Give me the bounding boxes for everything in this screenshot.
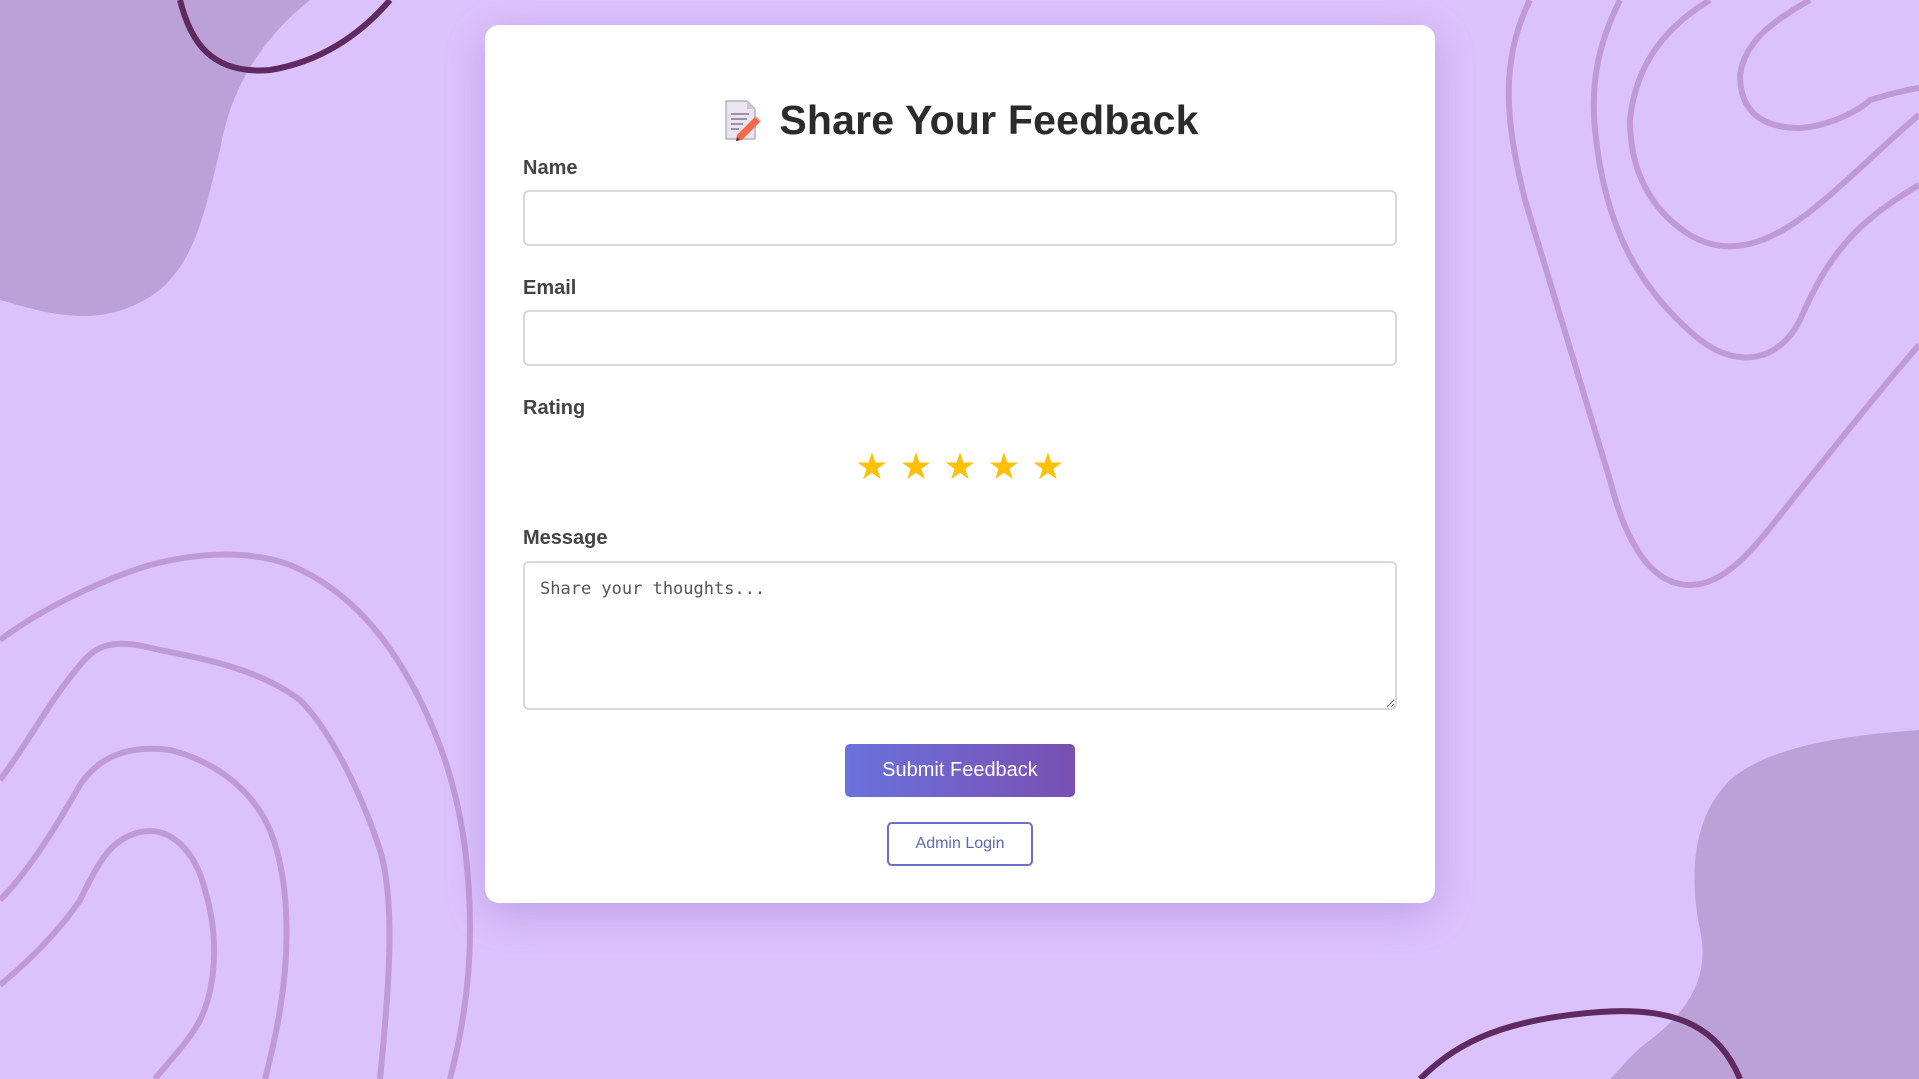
- star-rating: ★ ★ ★ ★ ★: [485, 443, 1435, 491]
- contour-line: [1736, 0, 1919, 132]
- star-icon[interactable]: ★: [898, 443, 934, 491]
- page-title: Share Your Feedback: [779, 96, 1199, 143]
- admin-login-button[interactable]: Admin Login: [887, 822, 1033, 866]
- email-label: Email: [523, 277, 577, 299]
- contour-line: [0, 828, 218, 1079]
- star-icon[interactable]: ★: [942, 443, 978, 491]
- feedback-card: Share Your Feedback Name Email Rating ★ ★…: [485, 25, 1435, 903]
- star-icon[interactable]: ★: [986, 443, 1022, 491]
- name-label: Name: [523, 157, 578, 179]
- memo-icon: [721, 98, 762, 142]
- contour-line: [0, 745, 290, 1079]
- blob-shape: [1610, 730, 1919, 1079]
- message-label: Message: [523, 527, 608, 549]
- contour-line: [0, 551, 474, 1079]
- rating-label: Rating: [523, 397, 586, 419]
- star-icon[interactable]: ★: [854, 443, 890, 491]
- contour-line: [1505, 0, 1919, 589]
- form-header: Share Your Feedback: [485, 91, 1435, 149]
- star-icon[interactable]: ★: [1030, 443, 1066, 491]
- blob-shape: [0, 0, 310, 317]
- message-textarea[interactable]: [523, 561, 1397, 710]
- email-input[interactable]: [523, 310, 1397, 366]
- name-input[interactable]: [523, 190, 1397, 246]
- submit-feedback-button[interactable]: Submit Feedback: [845, 744, 1075, 797]
